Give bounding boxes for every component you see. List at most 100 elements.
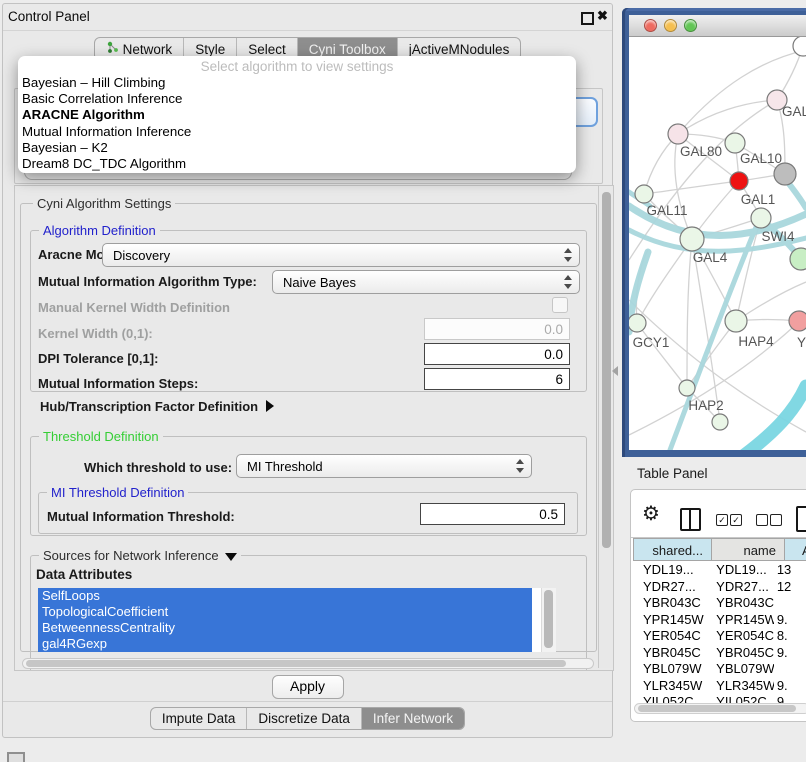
bottom-separator <box>3 701 612 702</box>
mi-threshold-definition-title: MI Threshold Definition <box>47 485 188 500</box>
checked-checkbox-icon[interactable]: ✓ <box>730 514 742 526</box>
algorithm-option-basic-correlation-inference[interactable]: Basic Correlation Inference <box>18 91 576 107</box>
table-cell[interactable]: 13 <box>774 562 806 579</box>
attribute-item-gal4rgexp[interactable]: gal4RGexp <box>38 636 532 652</box>
zoom-window-icon[interactable] <box>684 19 697 32</box>
table-cell[interactable]: YBL079W <box>706 661 774 678</box>
algorithm-option-aracne-algorithm[interactable]: ARACNE Algorithm <box>18 107 576 123</box>
table-cell[interactable] <box>774 595 806 612</box>
network-window-titlebar[interactable] <box>629 15 806 37</box>
tab-infer-network[interactable]: Infer Network <box>361 708 464 729</box>
table-horizontal-scrollbar[interactable] <box>634 703 806 714</box>
gear-icon[interactable]: ⚙ <box>642 504 660 524</box>
network-node-swi4[interactable] <box>751 208 771 228</box>
hub-section-toggle[interactable]: Hub/Transcription Factor Definition <box>40 399 274 414</box>
table-cell[interactable]: 9. <box>774 612 806 629</box>
table-cell[interactable]: 8. <box>774 628 806 645</box>
sources-title[interactable]: Sources for Network Inference <box>39 548 241 563</box>
table-cell[interactable]: YBL079W <box>633 661 706 678</box>
table-row[interactable]: YDL19...YDL19...13 <box>633 562 806 579</box>
attribute-item-selfloops[interactable]: SelfLoops <box>38 588 532 604</box>
network-node-gcy1[interactable] <box>629 314 646 332</box>
network-node-hap2[interactable] <box>679 380 695 396</box>
table-cell[interactable]: YBR043C <box>706 595 774 612</box>
table-row[interactable]: YLR345WYLR345W9. <box>633 678 806 695</box>
checked-checkbox-icon[interactable]: ✓ <box>716 514 728 526</box>
which-threshold-value: MI Threshold <box>247 459 323 474</box>
list-scrollbar[interactable] <box>541 588 556 652</box>
apply-button[interactable]: Apply <box>272 675 344 699</box>
column-header-name[interactable]: name <box>712 538 785 561</box>
columns-icon[interactable] <box>680 508 701 531</box>
table-row[interactable]: YDR27...YDR27...12 <box>633 579 806 596</box>
mi-steps-field[interactable]: 6 <box>424 368 570 390</box>
close-panel-icon[interactable]: ✖ <box>597 8 608 24</box>
tab-discretize-data[interactable]: Discretize Data <box>246 708 361 729</box>
table-cell[interactable]: YLR345W <box>633 678 706 695</box>
network-node-gal1[interactable] <box>730 172 748 190</box>
table-row[interactable]: YBL079WYBL079W <box>633 661 806 678</box>
column-header-a[interactable]: A <box>785 538 806 561</box>
attribute-item-betweennesscentrality[interactable]: BetweennessCentrality <box>38 620 532 636</box>
close-window-icon[interactable] <box>644 19 657 32</box>
vertical-scrollbar[interactable] <box>598 186 613 668</box>
floating-mini-icon[interactable] <box>7 752 25 762</box>
table-cell[interactable]: YBR045C <box>706 645 774 662</box>
network-node-gal10[interactable] <box>725 133 745 153</box>
panel-divider-handle[interactable] <box>612 366 618 376</box>
table-cell[interactable]: YPR145W <box>633 612 706 629</box>
table-row[interactable]: YBR043CYBR043C <box>633 595 806 612</box>
algorithm-option-bayesian-k2[interactable]: Bayesian – K2 <box>18 140 576 156</box>
mi-type-combobox[interactable]: Naive Bayes <box>272 270 580 294</box>
table-row[interactable]: YER054CYER054C8. <box>633 628 806 645</box>
tab-impute-data[interactable]: Impute Data <box>151 708 247 729</box>
table-cell[interactable]: 9. <box>774 678 806 695</box>
table-cell[interactable]: YBR043C <box>633 595 706 612</box>
network-node[interactable] <box>774 163 796 185</box>
dpi-tolerance-field[interactable]: 0.0 <box>424 343 570 365</box>
table-cell[interactable]: YDL19... <box>706 562 774 579</box>
minimize-window-icon[interactable] <box>664 19 677 32</box>
column-header-shared[interactable]: shared... <box>633 538 712 561</box>
float-panel-icon[interactable] <box>581 12 594 25</box>
network-node[interactable] <box>712 414 728 430</box>
table-cell[interactable]: YDR27... <box>633 579 706 596</box>
algorithm-option-mutual-information-inference[interactable]: Mutual Information Inference <box>18 124 576 140</box>
table-cell[interactable]: 9. <box>774 645 806 662</box>
network-node-y[interactable] <box>789 311 806 331</box>
table-cell[interactable]: YER054C <box>706 628 774 645</box>
stepper-icon <box>564 248 572 262</box>
which-threshold-combobox[interactable]: MI Threshold <box>236 454 532 478</box>
attribute-item-topologicalcoefficient[interactable]: TopologicalCoefficient <box>38 604 532 620</box>
network-node[interactable] <box>790 248 806 270</box>
horizontal-scrollbar[interactable] <box>22 658 594 669</box>
algorithm-option-bayesian-hill-climbing[interactable]: Bayesian – Hill Climbing <box>18 75 576 91</box>
table-cell[interactable] <box>774 661 806 678</box>
network-node-hap4[interactable] <box>725 310 747 332</box>
table-cell[interactable]: YPR145W <box>706 612 774 629</box>
manual-kernel-width-checkbox[interactable] <box>552 297 568 313</box>
mi-threshold-field[interactable]: 0.5 <box>420 503 565 525</box>
table-row[interactable]: YBR045CYBR045C9. <box>633 645 806 662</box>
table-cell[interactable]: YDL19... <box>633 562 706 579</box>
table-cell[interactable]: YDR27... <box>706 579 774 596</box>
kernel-width-field[interactable]: 0.0 <box>424 318 570 340</box>
table-cell[interactable]: YLR345W <box>706 678 774 695</box>
network-view[interactable]: GALGAL80GAL10GAL1GAL11SWI4GAL4GCY1HAP4YH… <box>629 37 806 450</box>
sources-title-label: Sources for Network Inference <box>43 548 219 563</box>
unchecked-checkbox-icon[interactable] <box>756 514 768 526</box>
tab-label: Network <box>123 42 173 57</box>
data-attributes-list[interactable]: SelfLoopsTopologicalCoefficientBetweenne… <box>38 588 556 652</box>
network-node-gal4[interactable] <box>680 227 704 251</box>
algorithm-option-dream8-dc-tdc-algorithm[interactable]: Dream8 DC_TDC Algorithm <box>18 156 576 172</box>
network-node-gal80[interactable] <box>668 124 688 144</box>
aracne-mode-combobox[interactable]: Discovery <box>102 243 580 267</box>
table-row[interactable]: YPR145WYPR145W9. <box>633 612 806 629</box>
table-cell[interactable]: YBR045C <box>633 645 706 662</box>
table-cell[interactable]: 12 <box>774 579 806 596</box>
document-icon[interactable] <box>796 506 806 532</box>
unchecked-checkbox-icon[interactable] <box>770 514 782 526</box>
table-cell[interactable]: YER054C <box>633 628 706 645</box>
tab-label: jActiveMNodules <box>409 42 510 57</box>
network-node-gal11[interactable] <box>635 185 653 203</box>
